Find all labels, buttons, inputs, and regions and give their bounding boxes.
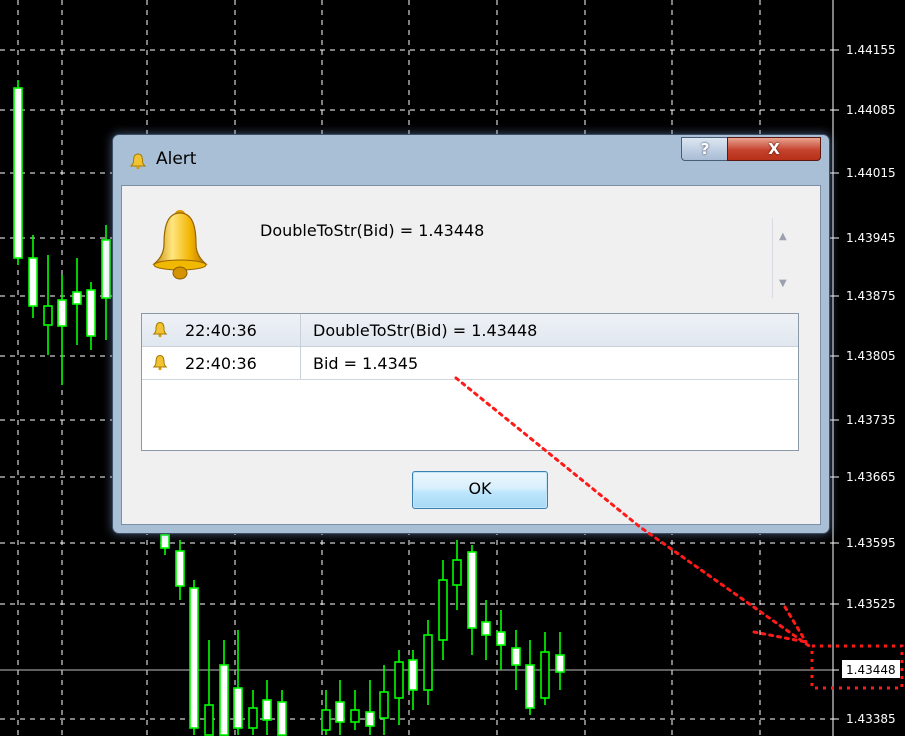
dialog-titlebar[interactable]: Alert ? X <box>113 135 829 183</box>
price-label: 1.43595 <box>846 536 896 550</box>
bell-icon <box>152 321 168 338</box>
list-item-message: Bid = 1.4345 <box>313 354 419 373</box>
price-label: 1.43875 <box>846 289 896 303</box>
alert-dialog: Alert ? X DoubleToStr(Bid) = 1.43448 ▲ ▼ <box>112 134 830 534</box>
ok-button[interactable]: OK <box>412 471 548 509</box>
help-button[interactable]: ? <box>681 137 729 161</box>
candle-body <box>394 661 404 699</box>
candle-body <box>219 664 229 736</box>
candle-body <box>540 651 550 699</box>
price-label: 1.44015 <box>846 166 896 180</box>
price-axis: 1.44155 1.44085 1.44015 1.43945 1.43875 1.438… <box>832 0 900 736</box>
candle-body <box>43 305 53 326</box>
close-button[interactable]: X <box>727 137 821 161</box>
price-label: 1.43665 <box>846 470 896 484</box>
candle-body <box>189 587 199 729</box>
current-bid-label: 1.43448 <box>846 663 896 677</box>
price-label: 1.43385 <box>846 712 896 726</box>
candle-body <box>28 257 38 307</box>
list-item-time-cell: 22:40:36 <box>142 347 301 379</box>
candle-body <box>525 664 535 709</box>
dialog-title: Alert <box>156 149 197 169</box>
candle-body <box>233 687 243 729</box>
candle-body <box>13 87 23 259</box>
candle-body <box>321 709 331 731</box>
scroll-down-icon[interactable]: ▼ <box>779 278 787 289</box>
list-item-time-cell: 22:40:36 <box>142 314 301 346</box>
list-item[interactable]: 22:40:36 Bid = 1.4345 <box>142 347 798 380</box>
candle-body <box>160 534 170 549</box>
candle-body <box>555 654 565 673</box>
candle-body <box>438 579 448 641</box>
candle-body <box>277 701 287 736</box>
list-item[interactable]: 22:40:36 DoubleToStr(Bid) = 1.43448 <box>142 314 798 347</box>
candle-body <box>101 239 111 299</box>
candle-body <box>248 707 258 729</box>
message-scrollbar[interactable] <box>772 218 773 298</box>
list-item-time: 22:40:36 <box>185 354 257 373</box>
dialog-body: DoubleToStr(Bid) = 1.43448 ▲ ▼ 22:40:36 … <box>121 185 821 525</box>
candle-body <box>72 291 82 305</box>
candle-body <box>204 704 214 736</box>
price-label: 1.43735 <box>846 413 896 427</box>
candle-body <box>467 551 477 629</box>
candle-body <box>452 559 462 586</box>
price-label: 1.43945 <box>846 231 896 245</box>
price-label: 1.44085 <box>846 103 896 117</box>
scroll-up-icon[interactable]: ▲ <box>779 231 787 242</box>
candle-body <box>350 709 360 723</box>
list-item-time: 22:40:36 <box>185 321 257 340</box>
candle-body <box>496 631 506 646</box>
candle-body <box>408 659 418 691</box>
list-item-message: DoubleToStr(Bid) = 1.43448 <box>313 321 538 340</box>
price-label: 1.43805 <box>846 349 896 363</box>
candle-body <box>262 699 272 721</box>
bell-icon <box>152 210 208 280</box>
alert-message: DoubleToStr(Bid) = 1.43448 <box>260 221 485 240</box>
candle-body <box>86 289 96 337</box>
bell-icon <box>152 354 168 371</box>
candle-body <box>57 299 67 327</box>
candle-body <box>481 621 491 636</box>
price-label: 1.44155 <box>846 43 896 57</box>
candle-body <box>175 550 185 587</box>
candle-body <box>511 647 521 666</box>
bell-icon <box>129 153 147 170</box>
candle-body <box>379 691 389 719</box>
candle-body <box>335 701 345 723</box>
price-label: 1.43525 <box>846 597 896 611</box>
candle-body <box>365 711 375 727</box>
candle-body <box>423 634 433 691</box>
alert-history-list[interactable]: 22:40:36 DoubleToStr(Bid) = 1.43448 22:4… <box>141 313 799 451</box>
